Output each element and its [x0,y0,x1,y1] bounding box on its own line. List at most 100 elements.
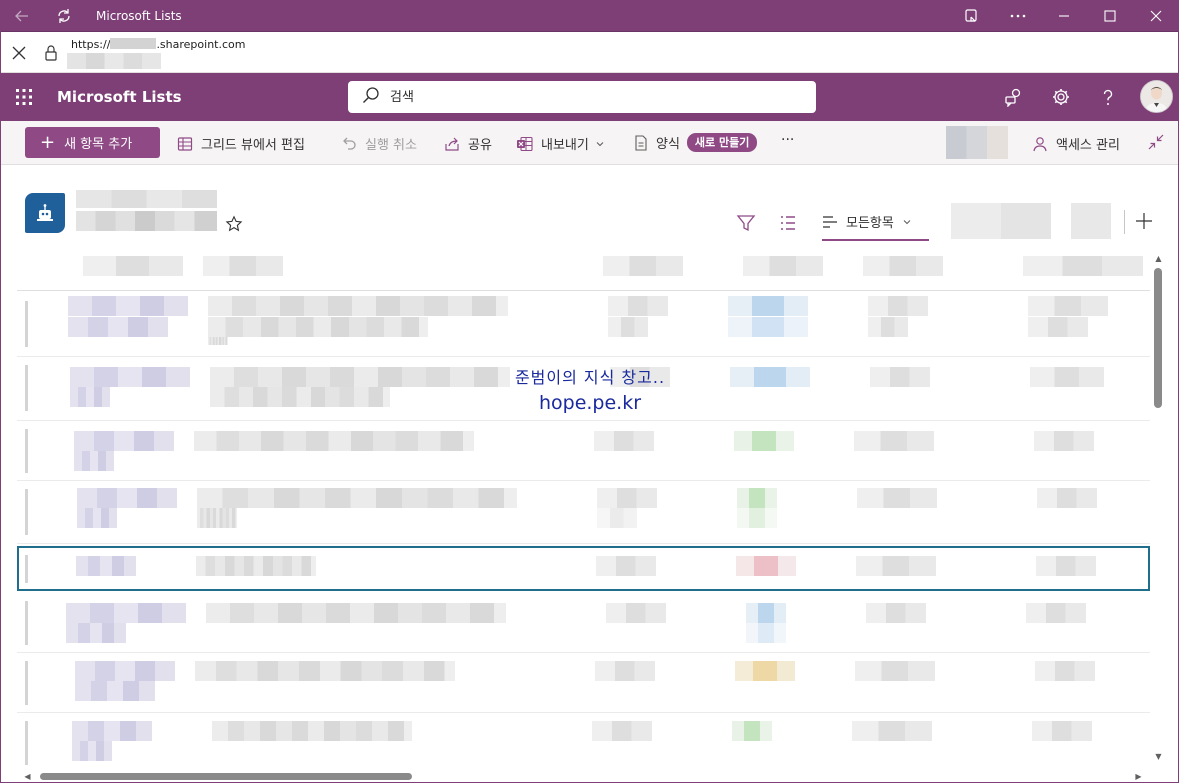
tab-active-indicator [822,239,929,241]
grid-header [17,246,1150,291]
chevron-down-icon [903,219,911,224]
reload-icon[interactable] [44,0,84,32]
table-row-selected[interactable] [17,546,1150,591]
tab-redacted[interactable] [951,203,1051,239]
vertical-scrollbar[interactable]: ▲ ▼ [1150,246,1167,770]
cell-redacted [855,661,935,681]
share-button[interactable]: 공유 [444,134,492,153]
status-badge [730,367,810,387]
url-text[interactable]: https:// .sharepoint.com [71,38,245,51]
search-icon [362,86,380,108]
table-row[interactable] [17,291,1150,357]
status-badge [728,317,808,337]
star-icon[interactable] [225,215,243,233]
table-row[interactable] [17,421,1150,481]
gear-icon[interactable] [1050,86,1072,108]
cell-redacted [210,367,510,387]
app-name[interactable]: Microsoft Lists [57,88,182,106]
waffle-icon[interactable] [15,88,33,106]
tab-redacted[interactable] [1071,203,1111,239]
new-item-label: 새 항목 추가 [64,137,133,152]
maximize-icon[interactable] [1087,0,1133,32]
address-bar: https:// .sharepoint.com [0,32,1179,73]
row-handle[interactable] [25,721,28,765]
horizontal-scroll-thumb[interactable] [40,773,412,780]
column-header-redacted[interactable] [863,256,943,276]
cell-redacted [596,556,656,576]
status-badge [728,296,808,316]
cell-redacted [854,431,934,451]
cell-redacted [197,508,237,528]
avatar[interactable] [1140,80,1173,113]
cell-redacted [608,317,648,337]
table-row[interactable] [17,481,1150,544]
export-button[interactable]: 내보내기 [516,134,605,153]
horizontal-scrollbar[interactable]: ◀ ▶ [17,770,1150,783]
scroll-up-icon[interactable]: ▲ [1154,254,1163,263]
help-icon[interactable] [1097,86,1119,108]
url-redacted [110,38,157,49]
cell-redacted [76,556,136,576]
new-item-button[interactable]: + 새 항목 추가 [25,127,160,158]
cell-redacted [74,431,174,451]
column-header-redacted[interactable] [1023,256,1143,276]
scroll-right-icon[interactable]: ▶ [1134,772,1143,781]
cell-redacted [866,603,926,623]
manage-access-button[interactable]: 액세스 관리 [1032,134,1120,153]
close-icon[interactable] [1133,0,1179,32]
shared-with-redacted[interactable] [946,126,1008,159]
row-handle[interactable] [25,429,28,473]
grid-edit-button[interactable]: 그리드 뷰에서 편집 [177,134,305,153]
window-title: Microsoft Lists [96,8,182,23]
row-handle[interactable] [25,661,28,705]
collapse-icon[interactable] [1148,134,1172,150]
tab-all-items[interactable]: 모든항목 [808,200,943,243]
more-icon[interactable] [995,0,1041,32]
column-header-redacted[interactable] [743,256,823,276]
scroll-left-icon[interactable]: ◀ [23,772,32,781]
cell-redacted [608,296,668,316]
row-handle[interactable] [25,365,28,411]
plus-icon[interactable] [1134,211,1154,231]
cell-redacted [196,556,316,576]
cell-redacted [66,603,186,623]
more-commands-button[interactable]: ··· [781,132,794,148]
back-arrow-icon[interactable] [0,0,44,32]
cell-redacted [1028,296,1108,316]
minimize-icon[interactable] [1041,0,1087,32]
table-row[interactable] [17,653,1150,713]
table-row[interactable] [17,713,1150,770]
form-new-badge[interactable]: 새로 만들기 [686,133,758,152]
close-icon[interactable] [10,44,28,62]
title-bar: Microsoft Lists [0,0,1179,32]
view-divider [1124,210,1125,234]
status-badge [736,556,796,576]
row-handle[interactable] [25,601,28,645]
cell-redacted [208,337,228,345]
form-button[interactable]: 양식 새로 만들기 [634,133,758,152]
cell-redacted [197,488,517,508]
scroll-down-icon[interactable]: ▼ [1154,752,1163,761]
list-subtitle-redacted [76,211,217,231]
search-box[interactable] [348,81,816,113]
vertical-scroll-thumb[interactable] [1154,268,1162,408]
app-menu-icon[interactable] [949,0,995,32]
row-handle[interactable] [25,301,28,347]
undo-button[interactable]: 실행 취소 [341,134,417,153]
status-badge [746,623,786,643]
excel-icon [517,136,533,151]
column-header-redacted[interactable] [83,256,183,276]
row-handle[interactable] [25,489,28,535]
chat-icon[interactable] [1002,86,1024,108]
cell-redacted [606,603,666,623]
list-options-icon[interactable] [778,213,798,233]
filter-icon[interactable] [736,213,756,233]
table-row[interactable] [17,593,1150,653]
cell-redacted [1035,661,1095,681]
column-header-redacted[interactable] [203,256,283,276]
search-input[interactable] [390,89,790,105]
column-header-redacted[interactable] [603,256,683,276]
cell-redacted [77,508,117,528]
table-row[interactable] [17,357,1150,421]
row-handle[interactable] [25,555,28,583]
